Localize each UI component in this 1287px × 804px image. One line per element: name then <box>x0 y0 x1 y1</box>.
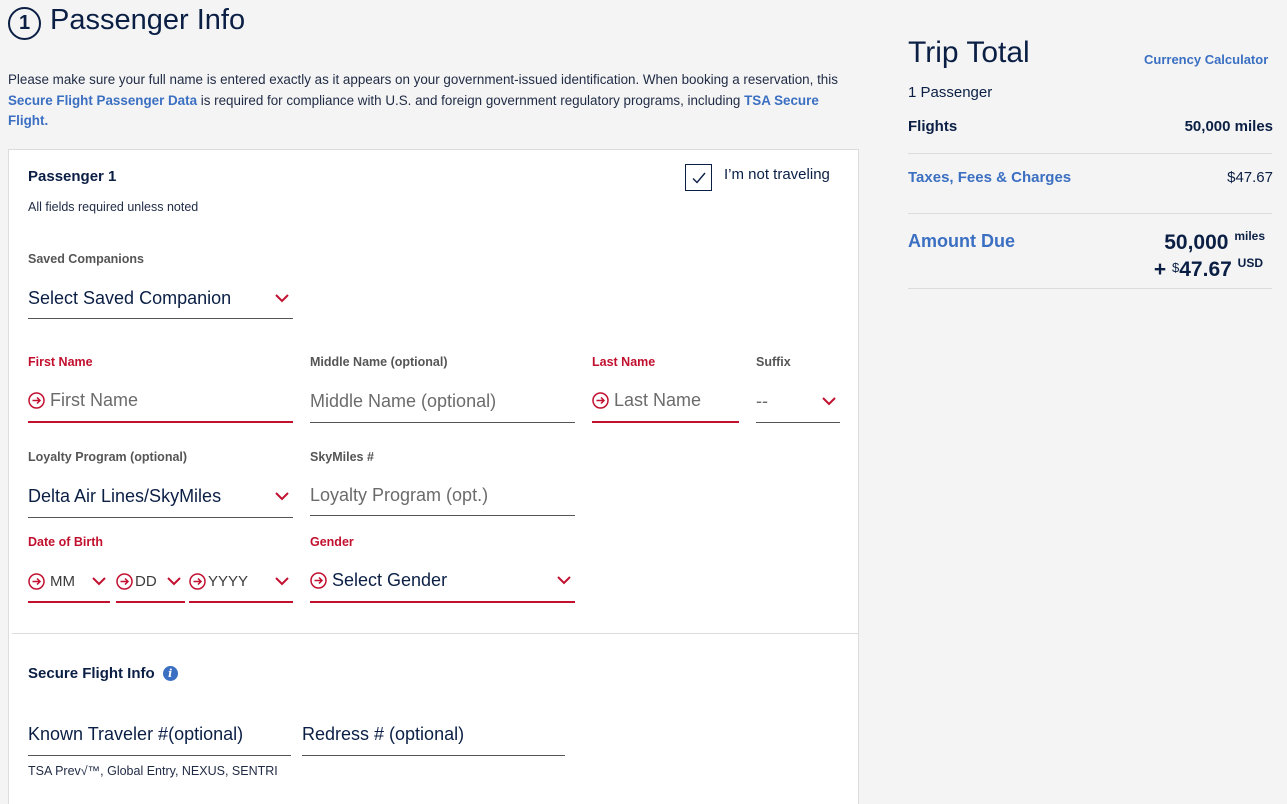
error-arrow-icon <box>310 572 327 589</box>
chevron-down-icon <box>167 577 181 586</box>
dob-label: Date of Birth <box>28 535 103 549</box>
check-icon <box>692 172 706 184</box>
last-name-label: Last Name <box>592 355 656 369</box>
skymiles-label: SkyMiles # <box>310 450 374 464</box>
secure-flight-data-link[interactable]: Secure Flight Passenger Data <box>8 93 197 108</box>
gender-select[interactable]: Select Gender <box>310 560 575 603</box>
error-arrow-icon <box>28 392 45 409</box>
saved-companion-select[interactable]: Select Saved Companion <box>28 278 293 319</box>
page-title: Passenger Info <box>50 4 246 36</box>
chevron-down-icon <box>275 577 289 586</box>
error-arrow-icon <box>28 573 45 590</box>
flights-label: Flights <box>908 118 958 135</box>
redress-input[interactable]: Redress # (optional) <box>302 713 565 756</box>
amount-due-label: Amount Due <box>908 231 1015 251</box>
card-divider <box>12 633 858 634</box>
not-traveling-checkbox[interactable] <box>685 164 712 191</box>
flights-value: 50,000 miles <box>1184 118 1273 135</box>
trip-total-title: Trip Total <box>908 36 1030 69</box>
loyalty-program-select[interactable]: Delta Air Lines/SkyMiles <box>28 475 293 518</box>
gender-label: Gender <box>310 535 354 549</box>
divider <box>908 213 1272 214</box>
chevron-down-icon <box>275 293 289 302</box>
chevron-down-icon <box>275 491 289 500</box>
suffix-label: Suffix <box>756 355 791 369</box>
amount-due-miles: 50,000 miles <box>1164 229 1265 254</box>
currency-calculator-link[interactable]: Currency Calculator <box>1144 52 1268 67</box>
known-traveler-note: TSA Prev√™, Global Entry, NEXUS, SENTRI <box>28 764 278 778</box>
middle-name-label: Middle Name (optional) <box>310 355 448 369</box>
secure-flight-title: Secure Flight Info <box>28 665 155 682</box>
last-name-input[interactable]: Last Name <box>592 380 739 423</box>
dob-day-select[interactable]: DD <box>116 562 185 603</box>
dob-month-select[interactable]: MM <box>28 562 110 603</box>
skymiles-input[interactable]: Loyalty Program (opt.) <box>310 475 575 516</box>
chevron-down-icon <box>822 396 836 405</box>
taxes-fees-link[interactable]: Taxes, Fees & Charges <box>908 169 1071 186</box>
intro-text: Please make sure your full name is enter… <box>8 72 838 128</box>
middle-name-input[interactable]: Middle Name (optional) <box>310 380 575 423</box>
required-note: All fields required unless noted <box>28 200 199 214</box>
chevron-down-icon <box>92 577 106 586</box>
taxes-fees-value: $47.67 <box>1227 169 1273 186</box>
error-arrow-icon <box>116 573 133 590</box>
error-arrow-icon <box>189 573 206 590</box>
dob-year-select[interactable]: YYYY <box>189 562 293 603</box>
first-name-input[interactable]: First Name <box>28 380 293 423</box>
passenger-title: Passenger 1 <box>28 168 117 185</box>
divider <box>908 153 1272 154</box>
saved-companions-label: Saved Companions <box>28 252 144 266</box>
info-icon[interactable]: i <box>162 666 178 681</box>
loyalty-program-label: Loyalty Program (optional) <box>28 450 188 464</box>
known-traveler-input[interactable]: Known Traveler #(optional) <box>28 713 291 756</box>
chevron-down-icon <box>557 576 571 585</box>
not-traveling-label: I’m not traveling <box>724 166 830 183</box>
secure-flight-header: Secure Flight Info i <box>28 665 178 682</box>
step-number: 1 <box>8 7 41 40</box>
amount-due-usd: + $47.67 USD <box>1153 256 1263 281</box>
error-arrow-icon <box>592 392 609 409</box>
divider <box>908 288 1272 289</box>
first-name-label: First Name <box>28 355 93 369</box>
passenger-count: 1 Passenger <box>908 84 993 101</box>
suffix-select[interactable]: -- <box>756 380 840 423</box>
